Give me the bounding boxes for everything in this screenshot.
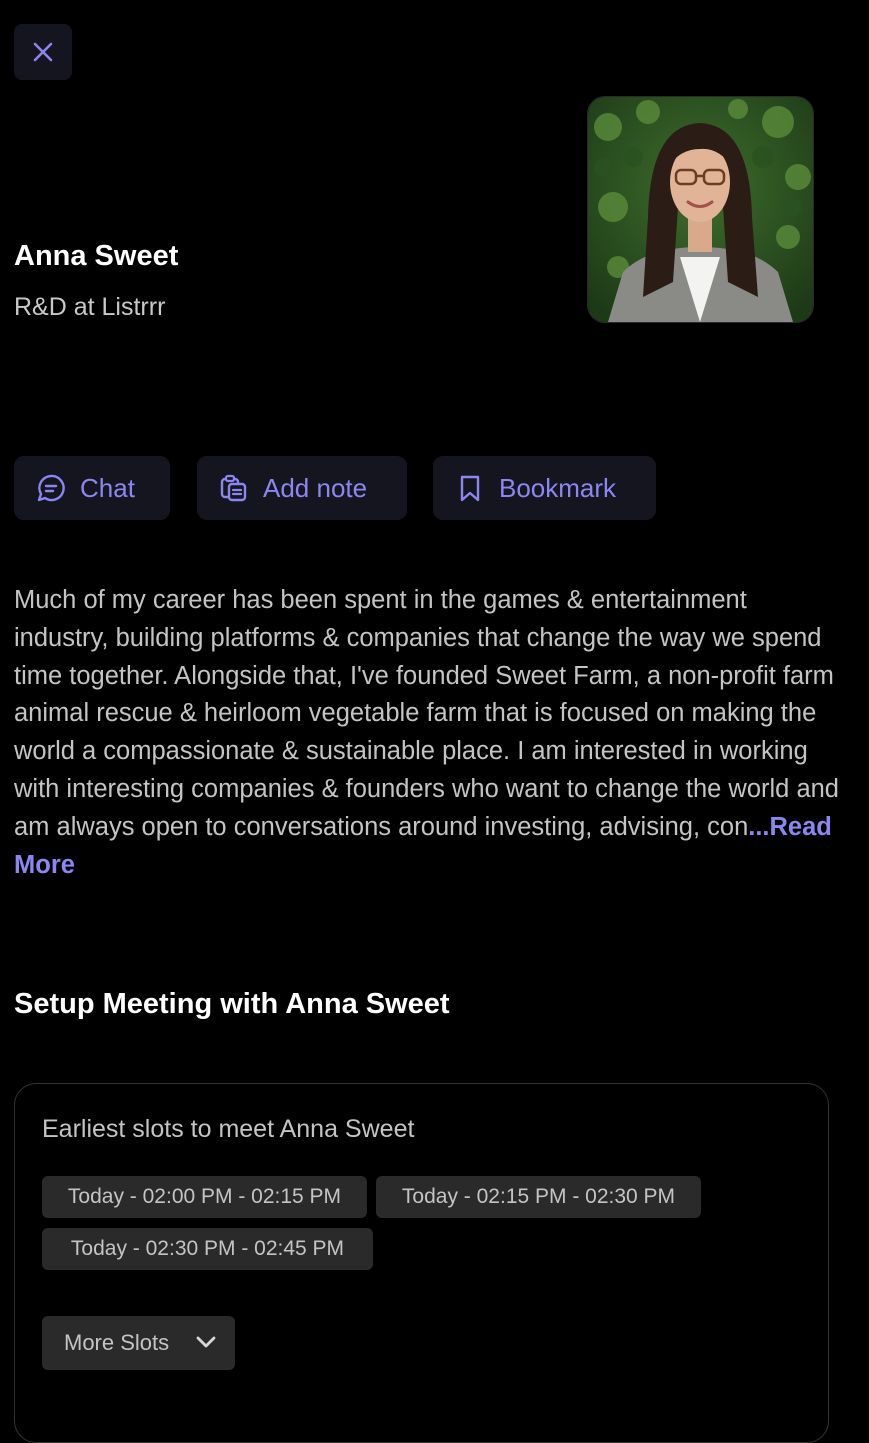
bookmark-button-label: Bookmark <box>499 472 617 503</box>
add-note-button[interactable]: Add note <box>197 456 407 520</box>
bio-text: Much of my career has been spent in the … <box>14 582 844 884</box>
slot-chip[interactable]: Today - 02:00 PM - 02:15 PM <box>42 1176 367 1218</box>
more-slots-button[interactable]: More Slots <box>42 1316 235 1370</box>
chat-button-label: Chat <box>80 472 135 503</box>
chevron-down-icon <box>196 1336 216 1348</box>
slots-card: Earliest slots to meet Anna Sweet Today … <box>14 1083 829 1443</box>
slot-chip[interactable]: Today - 02:30 PM - 02:45 PM <box>42 1228 373 1270</box>
more-slots-label: More Slots <box>64 1330 170 1355</box>
slots-heading: Earliest slots to meet Anna Sweet <box>42 1115 415 1143</box>
bookmark-button[interactable]: Bookmark <box>433 456 656 520</box>
profile-role: R&D at Listrrr <box>14 293 166 321</box>
add-note-icon <box>220 474 247 502</box>
add-note-button-label: Add note <box>263 472 368 503</box>
profile-name: Anna Sweet <box>14 240 179 272</box>
close-button[interactable] <box>14 24 72 80</box>
close-icon <box>33 42 53 62</box>
bio-body: Much of my career has been spent in the … <box>14 586 839 841</box>
slot-chip[interactable]: Today - 02:15 PM - 02:30 PM <box>376 1176 701 1218</box>
chat-bubble-icon <box>37 474 65 502</box>
meeting-section-title: Setup Meeting with Anna Sweet <box>14 988 450 1020</box>
bookmark-icon <box>460 475 480 502</box>
chat-button[interactable]: Chat <box>14 456 170 520</box>
profile-photo <box>587 96 814 323</box>
